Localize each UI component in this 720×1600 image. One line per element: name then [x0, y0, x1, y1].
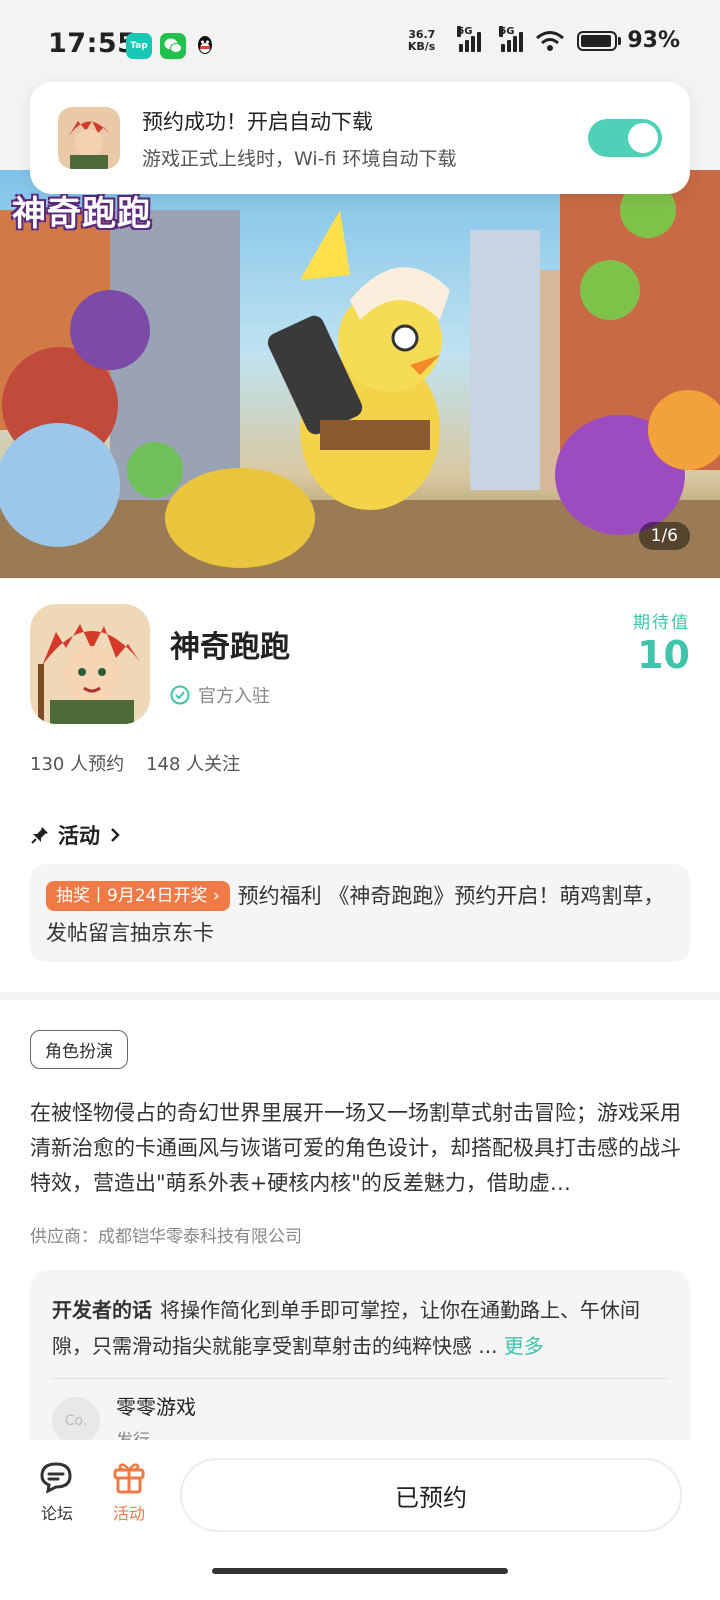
genre-tag[interactable]: 角色扮演 — [30, 1030, 128, 1069]
wechat-icon — [160, 33, 186, 59]
forum-label: 论坛 — [40, 1504, 73, 1523]
game-stats: 130 人预约 148 人关注 — [30, 750, 240, 776]
status-right: 36.7 KB/s 5G 5G 93% — [407, 25, 680, 53]
developer-label: 开发者的话 — [52, 1298, 152, 1322]
tap-icon: Tap — [126, 33, 152, 59]
game-icon — [30, 604, 150, 724]
toggle-knob — [628, 123, 658, 153]
toast-subtitle: 游戏正式上线时，Wi-fi 环境自动下载 — [142, 147, 457, 170]
expectation-value: 10 — [637, 633, 690, 677]
auto-download-toggle[interactable] — [588, 119, 662, 157]
network-speed: 36.7 KB/s — [407, 27, 436, 53]
hero-banner[interactable]: 神奇跑跑 1/6 — [0, 170, 720, 578]
signal-icon: 5G — [457, 25, 482, 52]
activity-label: 活动 — [112, 1504, 145, 1523]
reservation-toast: 预约成功！开启自动下载 游戏正式上线时，Wi-fi 环境自动下载 — [30, 82, 690, 194]
wifi-icon — [536, 30, 565, 51]
activity-section-link[interactable]: 活动 — [30, 820, 122, 850]
description-section: 角色扮演 在被怪物侵占的奇幻世界里展开一场又一场割草式射击冒险；游戏采用清新治愈… — [0, 1000, 720, 1466]
official-label: 官方入驻 — [198, 686, 270, 707]
follower-count: 148 人关注 — [146, 754, 241, 775]
more-link[interactable]: 更多 — [504, 1334, 544, 1358]
reserved-button[interactable]: 已预约 — [180, 1458, 682, 1532]
publisher-name: 零零游戏 — [116, 1395, 196, 1419]
reservation-count: 130 人预约 — [30, 754, 125, 775]
forum-icon — [40, 1462, 72, 1494]
activity-card[interactable]: 抽奖丨9月24日开奖 › 预约福利 《神奇跑跑》预约开启！萌鸡割草，发帖留言抽京东… — [30, 864, 690, 962]
pin-icon — [31, 827, 48, 844]
qq-icon — [192, 33, 218, 59]
signal-icon-2: 5G — [499, 25, 524, 52]
expectation-label: 期待值 — [633, 613, 690, 633]
toast-title: 预约成功！开启自动下载 — [142, 109, 373, 134]
toast-game-icon — [58, 107, 120, 169]
official-badge: 官方入驻 — [170, 682, 270, 708]
battery-percent: 93% — [627, 28, 680, 53]
chevron-right-icon — [111, 828, 120, 842]
home-indicator[interactable] — [212, 1568, 508, 1574]
verified-icon — [170, 685, 190, 705]
developer-notes-card: 开发者的话 将操作简化到单手即可掌控，让你在通勤路上、午休间隙，只需滑动指尖就能享… — [30, 1270, 690, 1466]
status-time: 17:55 — [48, 28, 137, 59]
activity-heading: 活动 — [58, 824, 100, 848]
status-bar: 17:55 Tap 36.7 KB/s 5G 5G 93% — [0, 0, 720, 92]
developer-notes[interactable]: 开发者的话 将操作简化到单手即可掌控，让你在通勤路上、午休间隙，只需滑动指尖就能享… — [52, 1292, 668, 1364]
game-description[interactable]: 在被怪物侵占的奇幻世界里展开一场又一场割草式射击冒险；游戏采用清新治愈的卡通画风… — [30, 1096, 690, 1201]
lottery-tag: 抽奖丨9月24日开奖 › — [46, 881, 230, 911]
bottom-bar: 论坛 活动 已预约 — [0, 1440, 720, 1600]
game-title: 神奇跑跑 — [170, 630, 290, 665]
publisher-avatar: Co. — [52, 1397, 100, 1445]
nav-forum[interactable]: 论坛 — [22, 1460, 92, 1524]
game-info-card: 神奇跑跑 官方入驻 期待值 10 130 人预约 148 人关注 活动 抽奖丨9… — [0, 578, 720, 992]
nav-activity[interactable]: 活动 — [94, 1460, 164, 1524]
image-pager: 1/6 — [638, 522, 690, 550]
battery-icon — [577, 30, 622, 51]
supplier-info: 供应商：成都铠华零泰科技有限公司 — [30, 1227, 302, 1247]
divider — [52, 1378, 668, 1379]
expectation-score: 期待值 10 — [633, 608, 690, 677]
gift-icon — [113, 1463, 145, 1494]
